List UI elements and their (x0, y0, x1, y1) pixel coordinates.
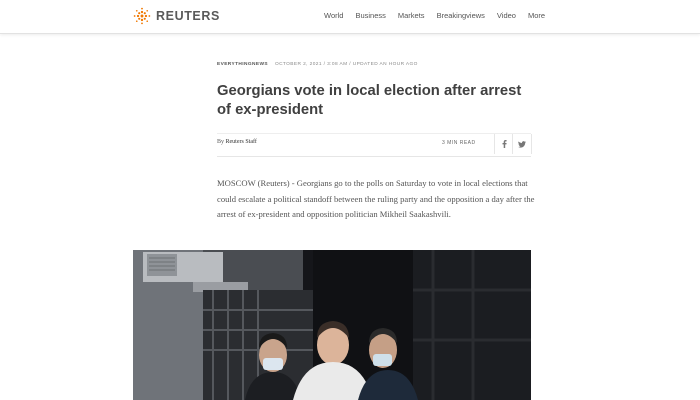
article-meta: EVERYTHINGNEWS OCTOBER 2, 2021 / 3:08 AM… (217, 62, 418, 67)
nav-business[interactable]: Business (355, 11, 385, 20)
nav-breakingviews[interactable]: Breakingviews (437, 11, 485, 20)
reuters-logo[interactable]: REUTERS (133, 6, 220, 26)
read-time: 3 MIN READ (442, 140, 476, 146)
article-category[interactable]: EVERYTHINGNEWS (217, 62, 268, 67)
twitter-icon (518, 140, 526, 148)
facebook-icon (502, 140, 507, 148)
article-headline: Georgians vote in local election after a… (217, 83, 522, 118)
byline-bar: By Reuters Staff 3 MIN READ (217, 133, 532, 157)
article-dateline: OCTOBER 2, 2021 / 3:08 AM / UPDATED AN H… (274, 62, 418, 67)
brand-name: REUTERS (156, 9, 220, 23)
facebook-share-button[interactable] (494, 134, 513, 154)
nav-markets[interactable]: Markets (398, 11, 425, 20)
nav-video[interactable]: Video (497, 11, 516, 20)
reuters-logo-icon (133, 7, 151, 25)
byline-prefix: By (217, 139, 225, 145)
site-header: REUTERS World Business Markets Breakingv… (0, 0, 700, 34)
main-nav: World Business Markets Breakingviews Vid… (324, 11, 557, 20)
twitter-share-button[interactable] (512, 134, 532, 154)
byline: By Reuters Staff (217, 139, 257, 145)
photo-illustration (133, 250, 531, 400)
article-lead-paragraph: MOSCOW (Reuters) - Georgians go to the p… (217, 178, 535, 219)
nav-world[interactable]: World (324, 11, 343, 20)
author-link[interactable]: Reuters Staff (226, 139, 257, 145)
article-photo[interactable] (133, 250, 531, 400)
nav-more[interactable]: More (528, 11, 545, 20)
